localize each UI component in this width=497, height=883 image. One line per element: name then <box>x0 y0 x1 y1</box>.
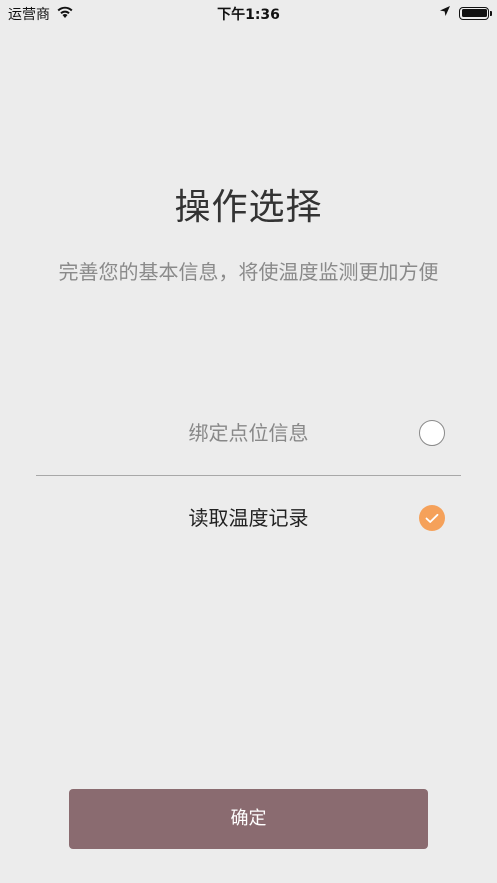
page-title: 操作选择 <box>174 187 323 228</box>
option-label: 绑定点位信息 <box>188 421 309 445</box>
confirm-button[interactable]: 确定 <box>69 789 428 849</box>
location-arrow-icon <box>439 5 451 21</box>
battery-icon <box>459 6 492 20</box>
radio-unchecked-icon[interactable] <box>419 420 445 446</box>
battery-fill <box>461 9 487 17</box>
option-bind-location[interactable]: 绑定点位信息 <box>36 403 461 463</box>
status-bar: 运营商 下午1:36 <box>0 0 497 26</box>
status-time: 下午1:36 <box>217 7 280 23</box>
divider <box>36 475 461 476</box>
option-read-temperature[interactable]: 读取温度记录 <box>36 488 461 548</box>
radio-checked-icon[interactable] <box>419 505 445 531</box>
status-right <box>439 5 492 21</box>
option-label: 读取温度记录 <box>188 506 309 530</box>
page-subtitle: 完善您的基本信息，将使温度监测更加方便 <box>58 260 439 284</box>
